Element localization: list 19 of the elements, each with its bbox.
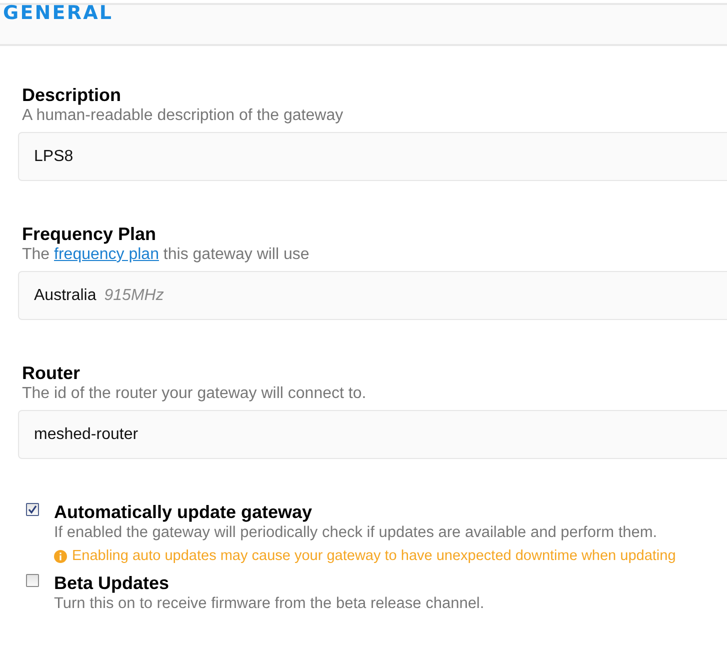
option-description: If enabled the gateway will periodically check if updates are available and perform them. (54, 523, 658, 543)
input-field[interactable]: meshed-router (18, 410, 727, 459)
option-label: Beta Updates (54, 573, 170, 593)
option-description: Turn this on to receive firmware from the beta release channel. (54, 594, 484, 614)
field-hint: A human-readable description of the gateway (22, 106, 344, 126)
field-hint: The frequency plan this gateway will use (22, 245, 310, 265)
input-field[interactable]: LPS8 (18, 132, 727, 181)
section-title: GENERAL (2, 4, 114, 22)
checkbox[interactable] (26, 503, 39, 516)
field-label: Router (22, 363, 80, 384)
field-hint: The id of the router your gateway will connect to. (22, 384, 366, 404)
option-label: Automatically update gateway (54, 502, 312, 522)
warning-text: Enabling auto updates may cause your gateway to have unexpected downtime when updating (72, 547, 676, 565)
link[interactable]: frequency plan (54, 246, 159, 263)
field-label: Description (22, 85, 122, 106)
input-field[interactable]: Australia 915MHz (18, 271, 727, 320)
info-icon (54, 550, 67, 562)
field-label: Frequency Plan (22, 224, 156, 245)
checkbox[interactable] (26, 574, 39, 587)
